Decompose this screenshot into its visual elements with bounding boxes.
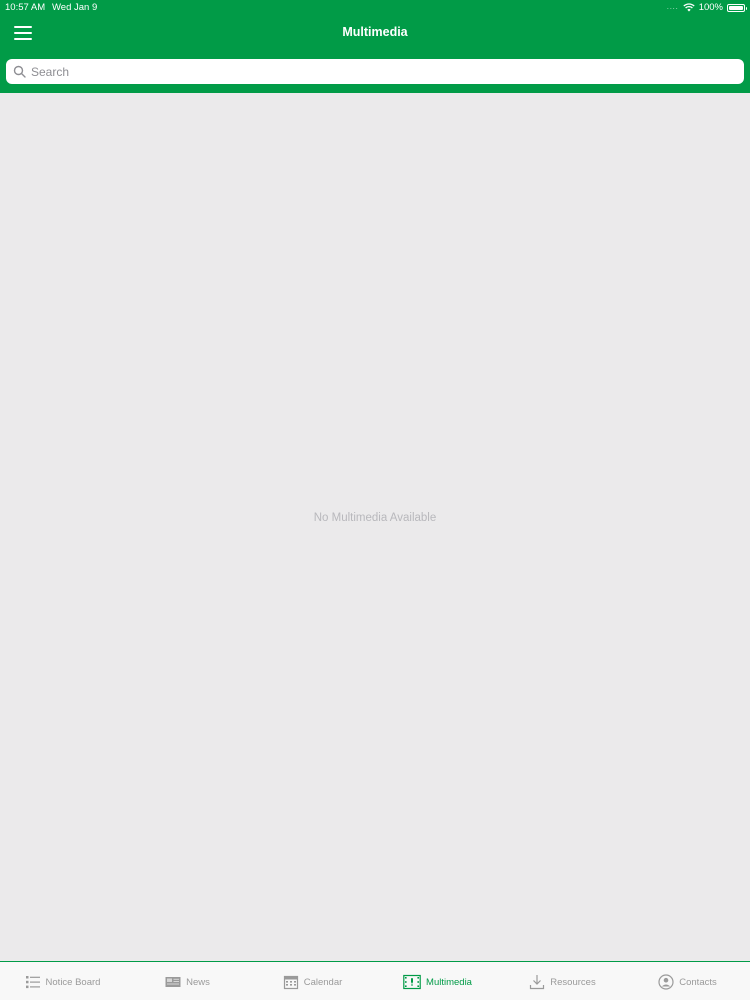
status-time: 10:57 AM bbox=[5, 2, 46, 13]
tab-label: News bbox=[186, 976, 210, 988]
search-bar[interactable] bbox=[6, 59, 744, 84]
list-icon bbox=[25, 976, 40, 989]
battery-icon bbox=[727, 3, 747, 12]
battery-percent: 100% bbox=[698, 2, 723, 13]
film-icon bbox=[403, 974, 421, 990]
tab-label: Contacts bbox=[679, 976, 717, 988]
tab-label: Multimedia bbox=[426, 976, 472, 988]
tab-notice-board[interactable]: Notice Board bbox=[0, 962, 125, 1000]
download-icon bbox=[530, 975, 545, 990]
tab-calendar[interactable]: Calendar bbox=[250, 962, 375, 1000]
signal-icon: .... bbox=[666, 4, 679, 11]
page-title: Multimedia bbox=[342, 25, 408, 39]
tab-contacts[interactable]: Contacts bbox=[625, 962, 750, 1000]
search-input[interactable] bbox=[31, 59, 744, 84]
content-area: No Multimedia Available bbox=[0, 93, 750, 961]
tab-resources[interactable]: Resources bbox=[500, 962, 625, 1000]
empty-state-message: No Multimedia Available bbox=[313, 512, 437, 524]
newspaper-icon bbox=[165, 977, 181, 987]
status-bar: 10:57 AM Wed Jan 9 .... 100% bbox=[0, 0, 750, 16]
wifi-icon bbox=[683, 3, 695, 12]
tab-label: Calendar bbox=[303, 976, 343, 988]
tab-news[interactable]: News bbox=[125, 962, 250, 1000]
status-date: Wed Jan 9 bbox=[52, 2, 98, 13]
status-right: .... 100% bbox=[666, 2, 747, 13]
tab-label: Notice Board bbox=[45, 976, 101, 988]
contact-icon bbox=[658, 974, 674, 990]
tab-bar: Notice Board News Calendar Multimedia Re… bbox=[0, 961, 750, 1000]
calendar-icon bbox=[283, 975, 298, 990]
top-bar: 10:57 AM Wed Jan 9 .... 100% Multimedia bbox=[0, 0, 750, 93]
tab-multimedia[interactable]: Multimedia bbox=[375, 962, 500, 1000]
tab-label: Resources bbox=[550, 976, 596, 988]
search-icon bbox=[13, 65, 26, 78]
